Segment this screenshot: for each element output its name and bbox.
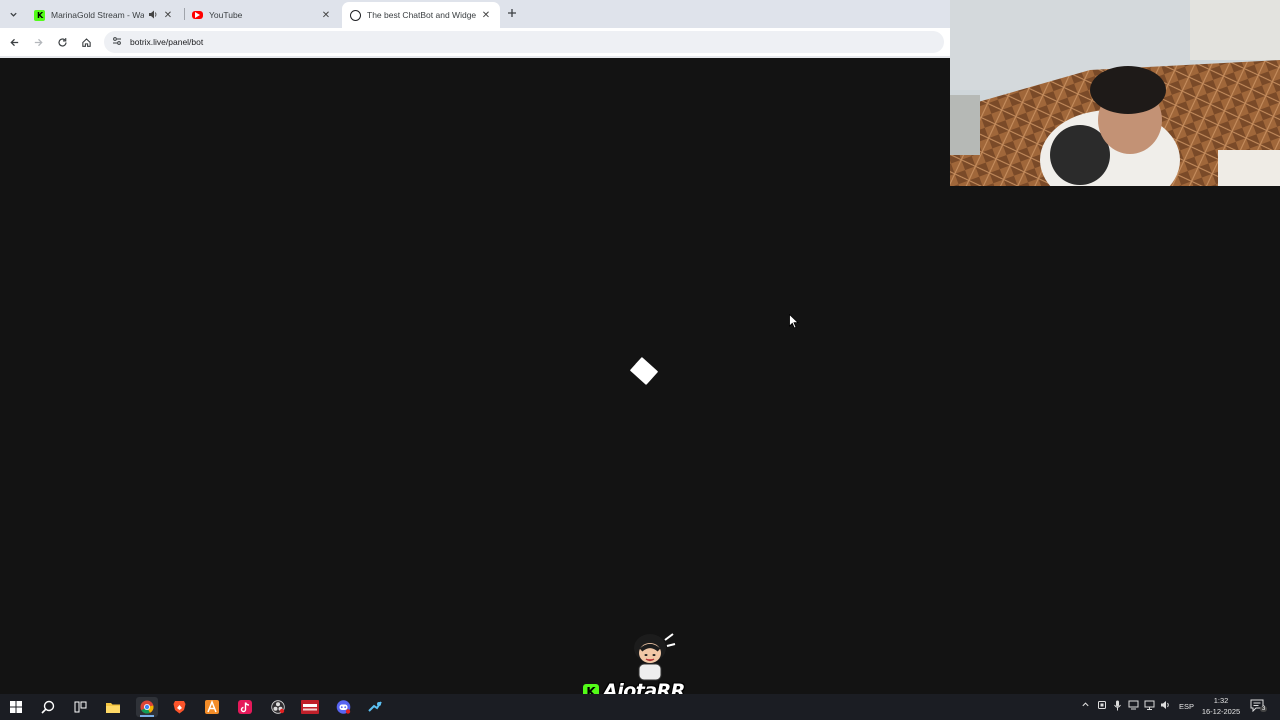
webcam-image [950, 0, 1280, 186]
brave-icon [173, 701, 185, 714]
microphone-icon[interactable] [1113, 700, 1122, 713]
forward-button[interactable] [30, 34, 46, 50]
search-icon [41, 700, 55, 714]
obs-icon [271, 700, 285, 714]
kick-favicon-icon: K [34, 9, 45, 21]
botrix-favicon-icon [350, 9, 361, 21]
windows-taskbar: ESP 1:32 16-12-2025 3 [0, 694, 1280, 720]
arrow-left-icon [9, 38, 18, 46]
discord-button[interactable] [332, 697, 354, 717]
home-button[interactable] [78, 34, 94, 50]
input-language[interactable]: ESP [1179, 702, 1194, 711]
steam-button[interactable] [364, 697, 386, 717]
close-tab-icon[interactable]: ✕ [320, 10, 332, 21]
site-settings-icon[interactable] [112, 36, 122, 48]
chevron-down-icon [9, 12, 17, 17]
tiktok-button[interactable] [234, 697, 256, 717]
start-button[interactable] [5, 697, 27, 717]
tab-youtube[interactable]: YouTube ✕ [184, 2, 340, 28]
tiktok-icon [238, 700, 252, 714]
close-tab-icon[interactable]: ✕ [162, 10, 174, 21]
chrome-button[interactable] [136, 697, 158, 717]
new-tab-button[interactable] [505, 6, 519, 20]
tab-title: YouTube [209, 10, 243, 20]
file-explorer-icon [106, 703, 120, 713]
volume-icon[interactable] [1160, 700, 1171, 712]
reload-icon [57, 37, 67, 47]
app-a-icon [205, 700, 219, 714]
tab-title: The best ChatBot and Widgets [367, 10, 476, 20]
youtube-favicon-icon [192, 11, 203, 19]
voicemeeter-button[interactable] [299, 697, 321, 717]
windows-start-icon [10, 701, 22, 713]
search-button[interactable] [37, 697, 59, 717]
address-bar[interactable]: botrix.live/panel/bot [104, 31, 944, 53]
task-view-icon [74, 701, 86, 713]
tab-title: MarinaGold Stream - Watch [51, 10, 144, 20]
system-clock[interactable]: 1:32 16-12-2025 [1198, 695, 1244, 717]
clock-time: 1:32 [1213, 696, 1229, 705]
tab-botrix[interactable]: The best ChatBot and Widgets ✕ [342, 2, 500, 28]
speaker-icon[interactable] [148, 10, 158, 21]
brave-button[interactable] [168, 697, 190, 717]
voicemeeter-icon [301, 700, 319, 714]
tab-search-button[interactable] [6, 7, 20, 21]
discord-icon [336, 700, 350, 714]
file-explorer-button[interactable] [102, 697, 124, 717]
streamer-avatar-icon [634, 633, 676, 681]
clock-date: 16-12-2025 [1201, 707, 1241, 716]
url-text[interactable]: botrix.live/panel/bot [130, 37, 203, 47]
arrow-right-icon [34, 38, 43, 46]
mouse-cursor-icon [789, 314, 799, 329]
obs-button[interactable] [267, 697, 289, 717]
show-hidden-icons-chevron-icon[interactable] [1081, 700, 1090, 711]
app-a-button[interactable] [201, 697, 223, 717]
browser-toolbar: botrix.live/panel/bot [0, 28, 950, 56]
plus-icon [508, 9, 516, 17]
tab-kick-stream[interactable]: K MarinaGold Stream - Watch ✕ [26, 2, 182, 28]
task-view-button[interactable] [69, 697, 91, 717]
loading-spinner-icon [629, 356, 659, 386]
webcam-feed [950, 0, 1280, 186]
tab-strip: K MarinaGold Stream - Watch ✕ YouTube ✕ … [0, 0, 950, 28]
tray-app-icon[interactable] [1097, 700, 1107, 712]
toolbar-divider [0, 56, 950, 58]
steam-icon [368, 701, 382, 712]
chrome-icon [140, 700, 154, 714]
display-icon[interactable] [1128, 700, 1139, 712]
network-icon[interactable] [1144, 700, 1155, 712]
reload-button[interactable] [54, 34, 70, 50]
home-icon [81, 37, 91, 47]
back-button[interactable] [6, 34, 22, 50]
close-tab-icon[interactable]: ✕ [480, 10, 492, 21]
